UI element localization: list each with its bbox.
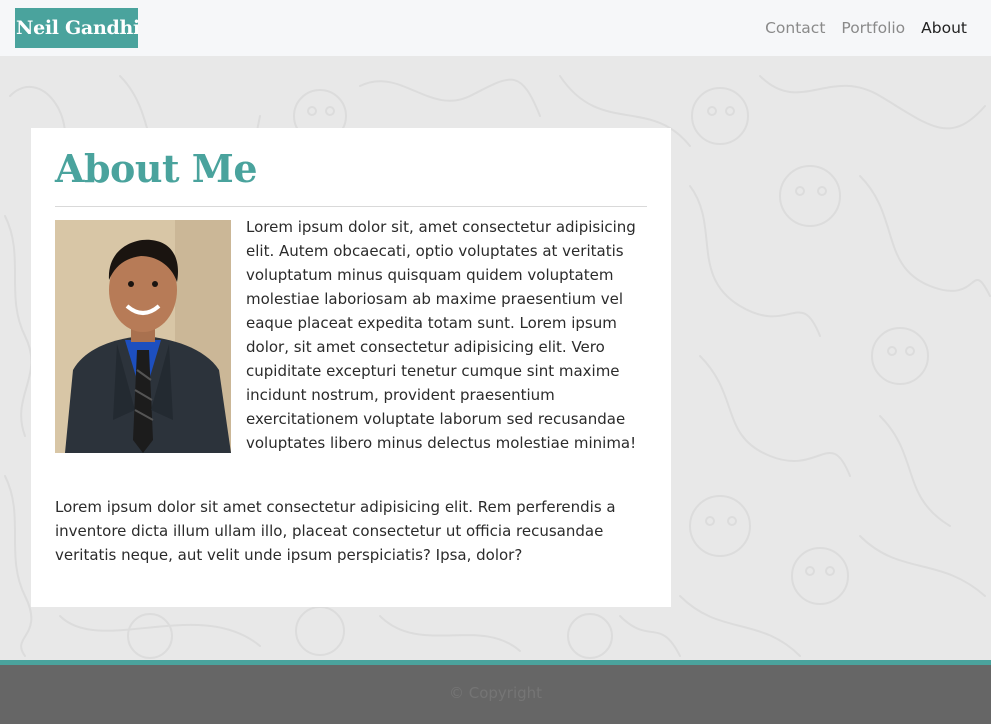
copyright-text: © Copyright <box>448 684 543 702</box>
title-divider <box>55 206 647 207</box>
nav-links: Contact Portfolio About <box>765 0 967 56</box>
brand-logo[interactable]: Neil Gandhi <box>15 8 138 48</box>
page-title: About Me <box>55 146 258 191</box>
navbar: Neil Gandhi Contact Portfolio About <box>0 0 991 56</box>
profile-photo <box>55 220 231 453</box>
about-paragraph-1: Lorem ipsum dolor sit, amet consectetur … <box>246 218 637 452</box>
footer: © Copyright <box>0 665 991 724</box>
person-portrait-image <box>55 220 231 453</box>
about-paragraph-2: Lorem ipsum dolor sit amet consectetur a… <box>55 498 616 564</box>
nav-link-about[interactable]: About <box>921 19 967 37</box>
about-card: About Me Lorem ipsum dolor sit, amet con… <box>31 128 671 607</box>
nav-link-portfolio[interactable]: Portfolio <box>841 19 905 37</box>
nav-link-contact[interactable]: Contact <box>765 19 825 37</box>
